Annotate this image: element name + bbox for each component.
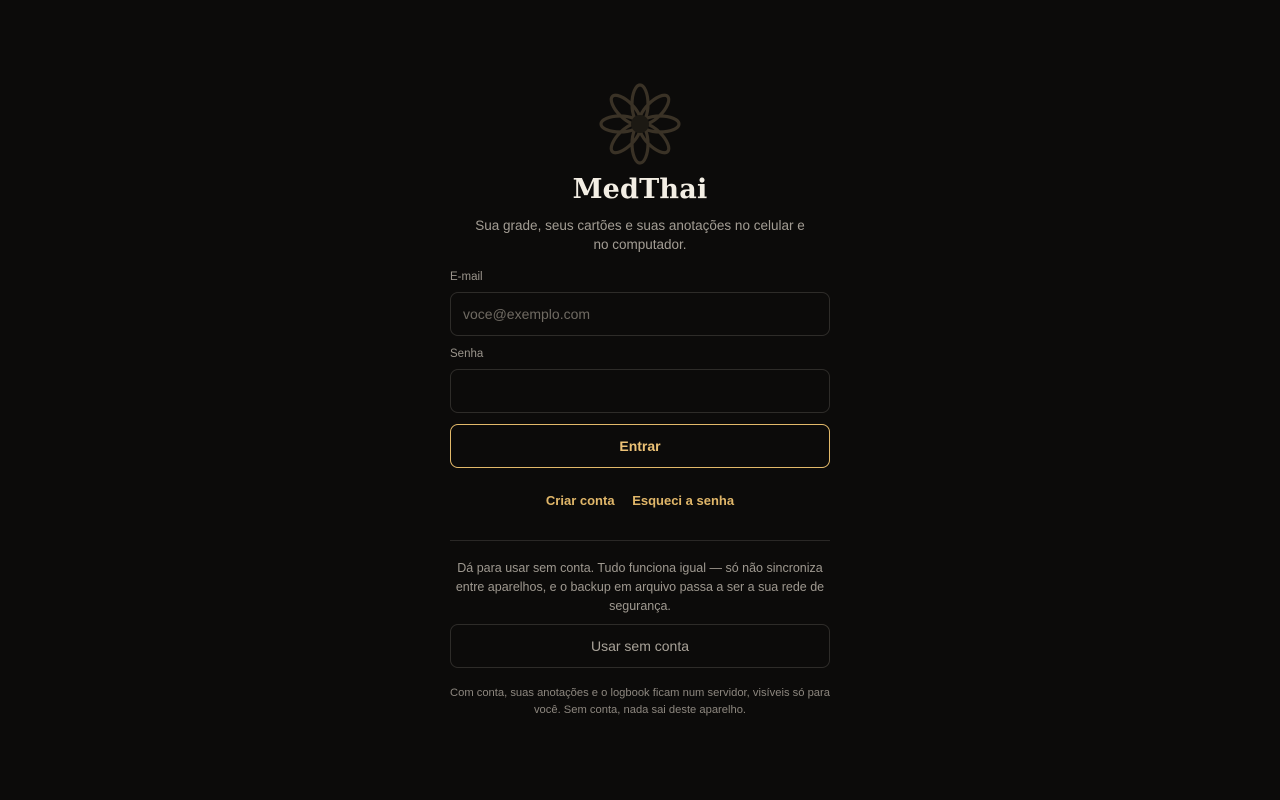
offline-note: Dá para usar sem conta. Tudo funciona ig… [455, 561, 825, 613]
app-tagline: Sua grade, seus cartões e suas anotações… [475, 218, 805, 252]
lotus-flower-icon [599, 83, 681, 165]
email-field[interactable] [450, 292, 830, 336]
login-button[interactable]: Entrar [450, 424, 830, 468]
forgot-password-link[interactable]: Esqueci a senha [632, 493, 734, 508]
password-label: Senha [450, 348, 484, 360]
privacy-footnote: Com conta, suas anotações e o logbook fi… [450, 687, 830, 716]
auth-links: Criar conta Esqueci a senha [0, 493, 1280, 508]
login-screen: MedThai Sua grade, seus cartões e suas a… [0, 0, 1280, 800]
app-title: MedThai [572, 174, 708, 205]
email-label: E-mail [450, 271, 483, 283]
use-without-account-button[interactable]: Usar sem conta [450, 624, 830, 668]
create-account-link[interactable]: Criar conta [546, 493, 615, 508]
divider [450, 540, 830, 541]
password-field[interactable] [450, 369, 830, 413]
